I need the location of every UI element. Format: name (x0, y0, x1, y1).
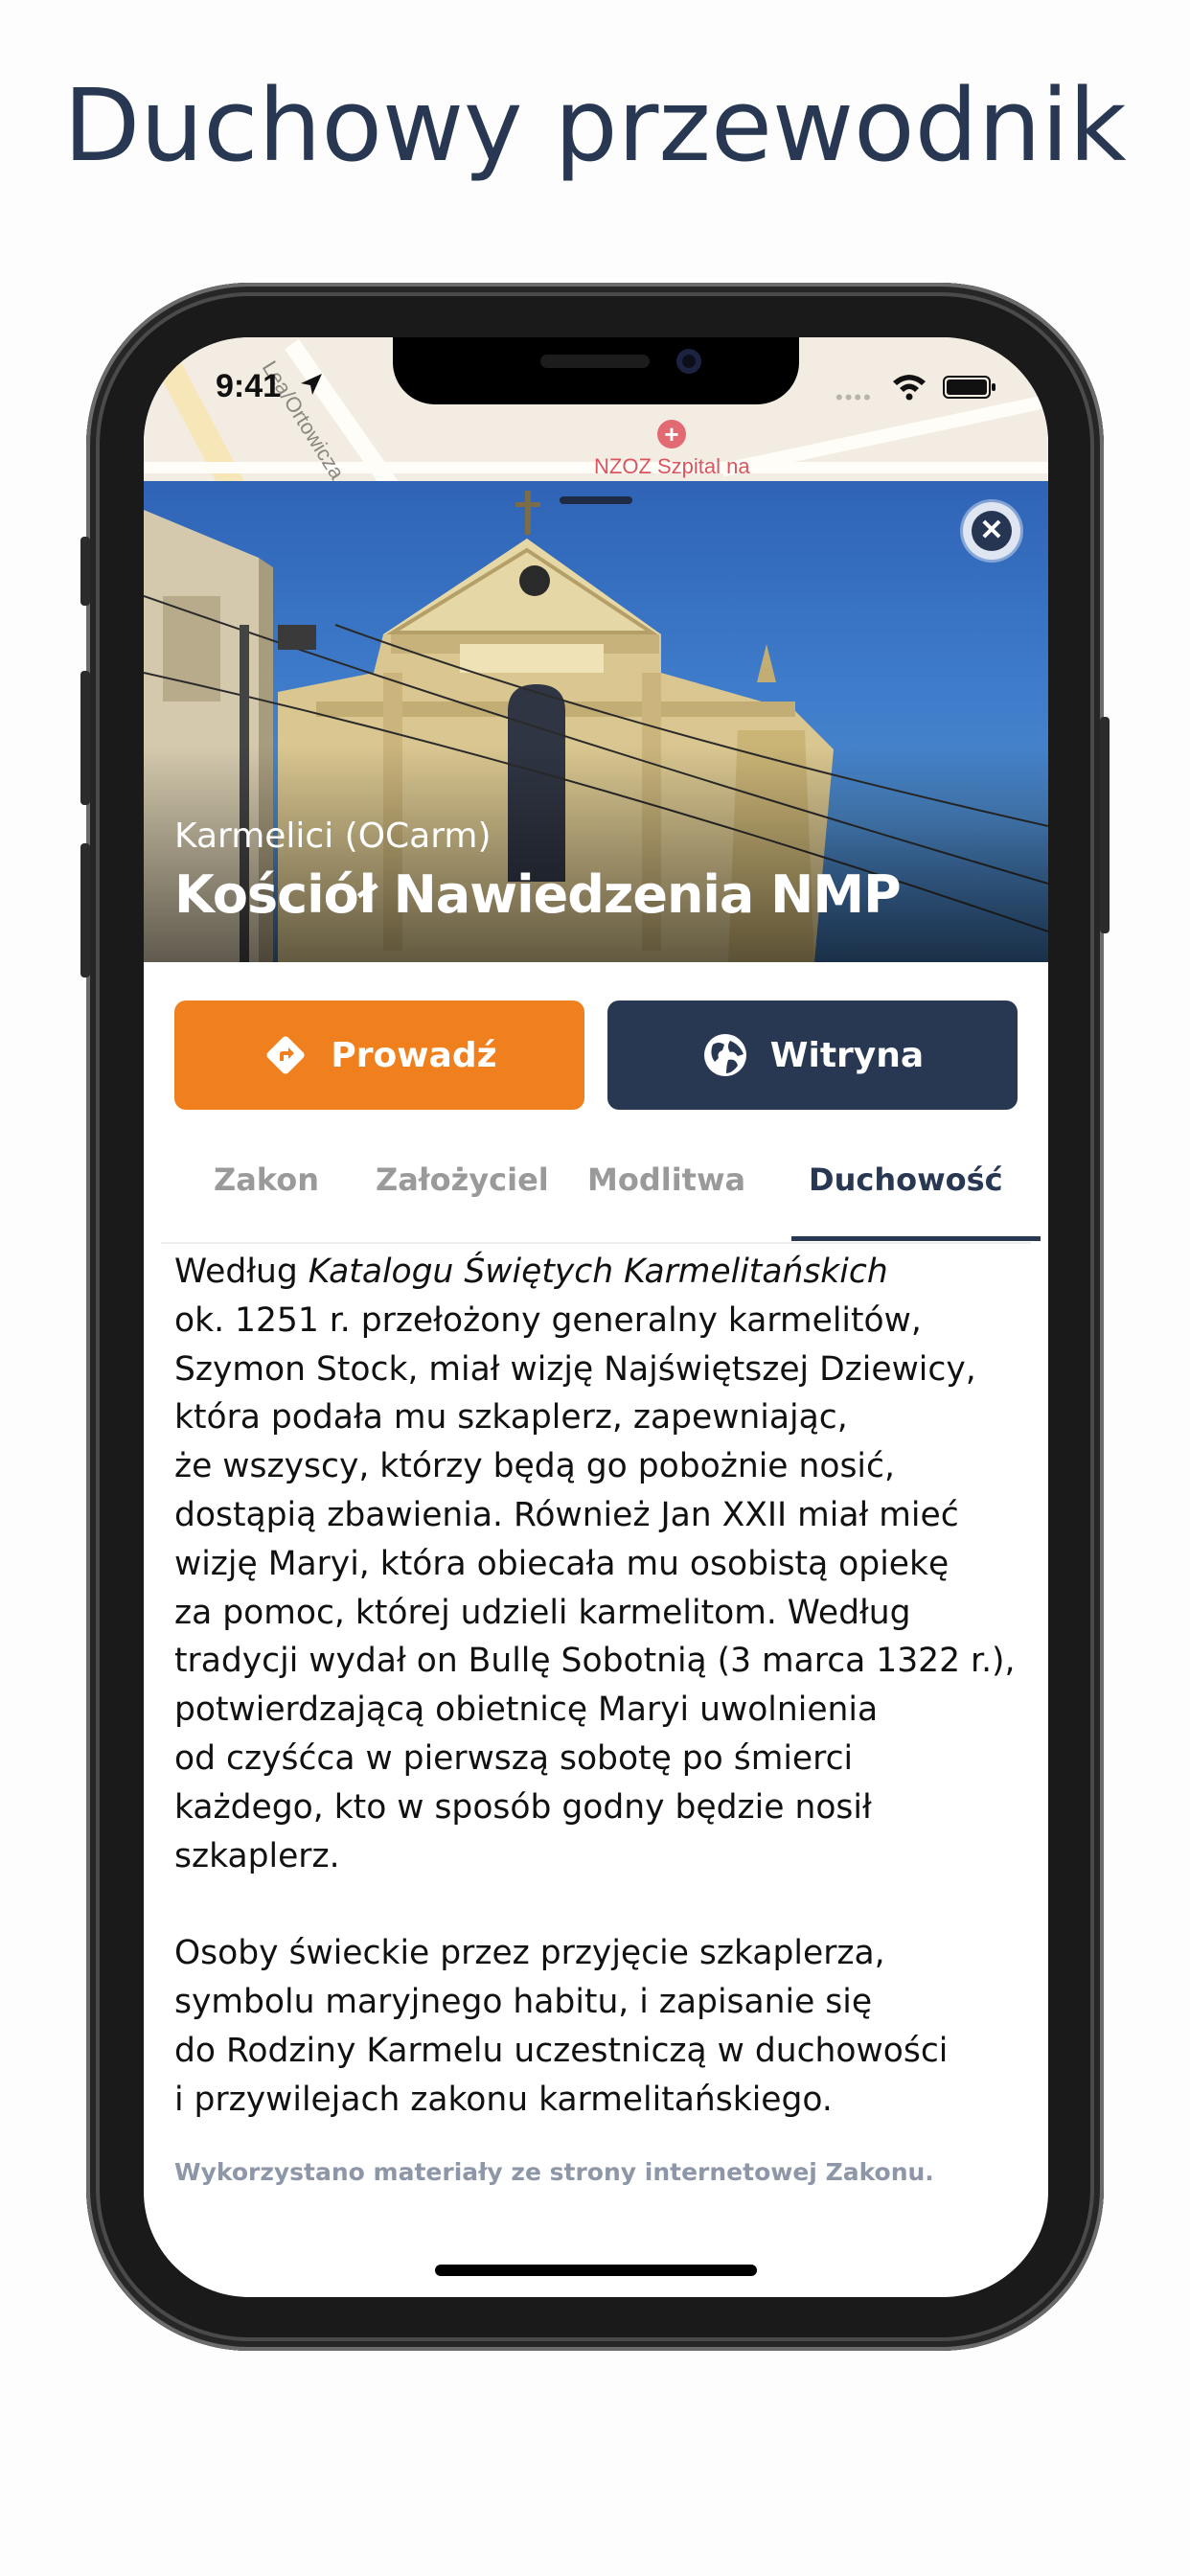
paragraph-line: wizję Maryi, która obiecała mu osobistą … (174, 1544, 950, 1583)
church-photo: ✕ Karmelici (OCarm) Kościół Nawiedzenia … (144, 481, 1048, 962)
order-name: Karmelici (OCarm) (174, 816, 492, 856)
website-button[interactable]: Witryna (607, 1000, 1018, 1110)
paragraph-line: tradycji wydał on Bullę Sobotnią (3 marc… (174, 1642, 1016, 1681)
church-title: Kościół Nawiedzenia NMP (174, 864, 902, 925)
notch (393, 337, 799, 404)
speaker (540, 355, 650, 368)
paragraph-line: od czyśćca w pierwszą sobotę po śmierci (174, 1738, 854, 1778)
volume-up-button (80, 671, 90, 805)
spirituality-text: Według Katalogu Świętych Karmelitańskich… (174, 1248, 1018, 2124)
paragraph-line: ok. 1251 r. przełożony generalny karmeli… (174, 1300, 922, 1340)
paragraph-line: i przywilejach zakonu karmelitańskiego. (174, 2080, 833, 2119)
map-road (144, 337, 251, 505)
location-arrow-icon (301, 374, 322, 395)
volume-down-button (80, 843, 90, 978)
paragraph-line: dostąpią zbawienia. Również Jan XXII mia… (174, 1495, 959, 1534)
tab-duchowosc[interactable]: Duchowość (809, 1162, 1003, 1198)
status-time: 9:41 (216, 368, 282, 404)
paragraph-line: do Rodziny Karmelu uczestniczą w duchowo… (174, 2031, 949, 2070)
mute-switch (80, 537, 90, 606)
navigate-button-label: Prowadź (331, 1035, 497, 1075)
tab-zalozyciel[interactable]: Założyciel (376, 1162, 549, 1198)
tab-zakon[interactable]: Zakon (214, 1162, 319, 1198)
paragraph-line: Według Katalogu Świętych Karmelitańskich (174, 1248, 1018, 1297)
source-note: Wykorzystano materiały ze strony interne… (174, 2158, 934, 2186)
close-button[interactable]: ✕ (963, 502, 1020, 560)
signal-dots-icon: •••• (835, 385, 873, 409)
paragraph-line: symbolu maryjnego habitu, i zapisanie si… (174, 1982, 873, 2021)
active-tab-indicator (791, 1236, 1041, 1241)
website-button-label: Witryna (769, 1035, 925, 1075)
directions-icon (266, 1036, 305, 1074)
navigate-button[interactable]: Prowadź (174, 1000, 584, 1110)
wifi-icon (893, 375, 926, 401)
tab-bar: Zakon Założyciel Modlitwa Duchowość (161, 1135, 1041, 1244)
paragraph-line: za pomoc, której udzieli karmelitom. Wed… (174, 1593, 911, 1632)
home-indicator[interactable] (435, 2265, 757, 2276)
text-span: Według (174, 1253, 309, 1291)
tab-modlitwa[interactable]: Modlitwa (587, 1162, 745, 1198)
globe-icon (703, 1034, 746, 1076)
battery-icon (943, 376, 995, 399)
hospital-pin-icon[interactable]: + (657, 420, 686, 448)
promo-title: Duchowy przewodnik (63, 67, 1127, 184)
paragraph-line: każdego, kto w sposób godny będzie nosił (174, 1787, 872, 1827)
map-poi-label[interactable]: NZOZ Szpital na (594, 454, 750, 479)
catalog-title: Katalogu Świętych Karmelitańskich (308, 1253, 888, 1291)
paragraph-line: że wszyscy, którzy będą go pobożnie nosi… (174, 1447, 895, 1486)
paragraph-line: która podała mu szkaplerz, zapewniając, (174, 1398, 848, 1438)
close-icon: ✕ (972, 511, 1012, 551)
phone-screen: Lea/Ortowicza + NZOZ Szpital na 9:41 •••… (144, 337, 1048, 2297)
front-camera (676, 349, 701, 374)
paragraph-line: potwierdzającą obietnicę Maryi uwolnieni… (174, 1690, 879, 1730)
paragraph-line: Szymon Stock, miał wizję Najświętszej Dz… (174, 1349, 976, 1389)
paragraph-line: Osoby świeckie przez przyjęcie szkaplerz… (174, 1934, 885, 1973)
paragraph-line: szkaplerz. (174, 1836, 340, 1875)
power-button (1100, 717, 1110, 933)
sheet-grabber[interactable] (560, 496, 632, 504)
